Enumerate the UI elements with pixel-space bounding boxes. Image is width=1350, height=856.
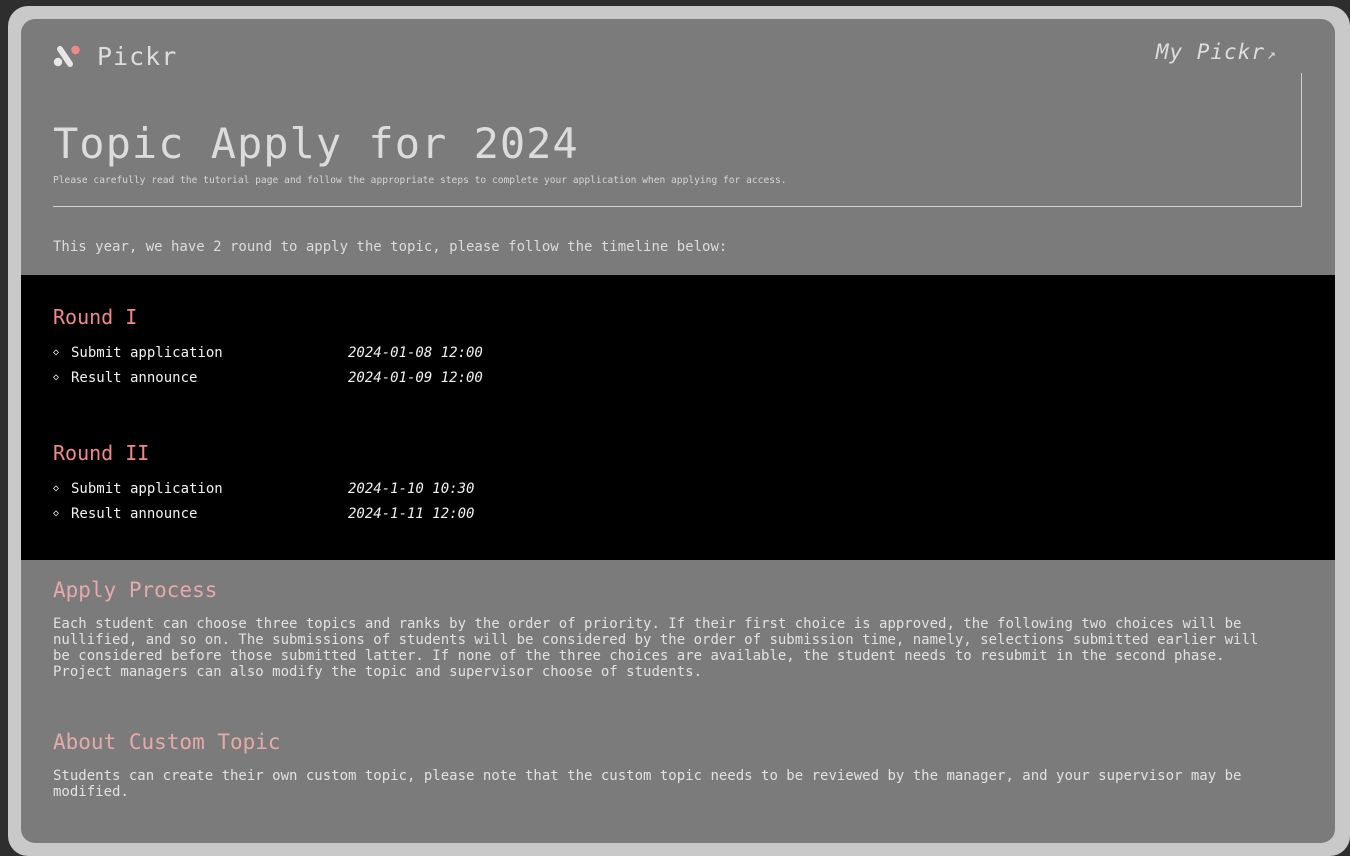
custom-topic-body: Students can create their own custom top… [53, 768, 1242, 800]
timeline-item-date: 2024-1-10 10:30 [348, 480, 475, 497]
external-link-icon: ↗ [1266, 45, 1277, 63]
diamond-bullet-icon: ◇ [53, 372, 60, 383]
app-name: Pickr [97, 42, 178, 71]
timeline-item-label: Submit application [71, 344, 223, 361]
pickr-logo-icon [53, 44, 81, 70]
timeline-item-label: Result announce [71, 369, 198, 386]
round-title: Round II [53, 441, 150, 465]
round-2: Round II ◇ Submit application 2024-1-10 … [53, 441, 474, 526]
round-1: Round I ◇ Submit application 2024-01-08 … [53, 305, 483, 390]
timeline-item: ◇ Result announce 2024-1-11 12:00 [53, 501, 474, 526]
diamond-bullet-icon: ◇ [53, 508, 60, 519]
custom-topic-title: About Custom Topic [53, 730, 281, 754]
timeline-item-date: 2024-01-08 12:00 [348, 344, 483, 361]
timeline-item-label: Submit application [71, 480, 223, 497]
timeline-item: ◇ Result announce 2024-01-09 12:00 [53, 365, 483, 390]
page-title: Topic Apply for 2024 [53, 119, 579, 168]
app-screen: Pickr My Pickr ↗ Topic Apply for 2024 Ple… [21, 19, 1335, 843]
device-frame: Pickr My Pickr ↗ Topic Apply for 2024 Ple… [8, 6, 1350, 856]
app-logo[interactable]: Pickr [53, 42, 177, 71]
timeline-item: ◇ Submit application 2024-01-08 12:00 [53, 340, 483, 365]
my-pickr-label: My Pickr [1155, 40, 1265, 64]
timeline-item-date: 2024-01-09 12:00 [348, 369, 483, 386]
diamond-bullet-icon: ◇ [53, 347, 60, 358]
page-subtitle: Please carefully read the tutorial page … [53, 175, 787, 186]
timeline-item: ◇ Submit application 2024-1-10 10:30 [53, 476, 474, 501]
timeline-item-label: Result announce [71, 505, 198, 522]
diamond-bullet-icon: ◇ [53, 483, 60, 494]
my-pickr-link[interactable]: My Pickr ↗ [1156, 40, 1277, 64]
timeline-section: Round I ◇ Submit application 2024-01-08 … [21, 275, 1335, 560]
intro-text: This year, we have 2 round to apply the … [53, 239, 728, 255]
round-title: Round I [53, 305, 138, 329]
apply-process-title: Apply Process [53, 578, 218, 602]
timeline-item-date: 2024-1-11 12:00 [348, 505, 475, 522]
apply-process-body: Each student can choose three topics and… [53, 616, 1259, 680]
